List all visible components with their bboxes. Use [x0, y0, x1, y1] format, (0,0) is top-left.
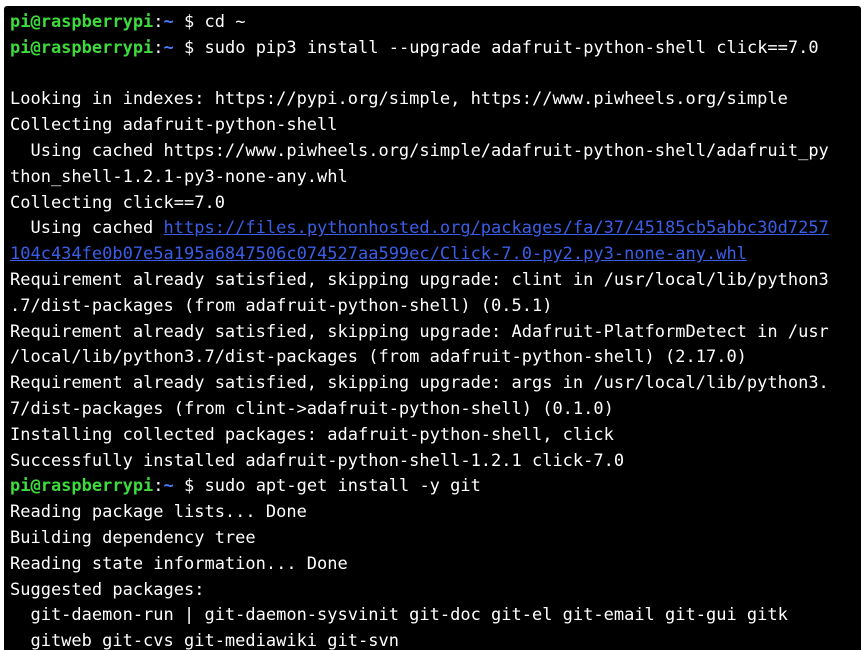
command-text: cd ~	[204, 12, 246, 32]
output-line: Successfully installed adafruit-python-s…	[10, 450, 625, 471]
output-line: /local/lib/python3.7/dist-packages (from…	[10, 347, 747, 368]
output-line: Requirement already satisfied, skipping …	[10, 321, 829, 342]
output-line: Using cached https://files.pythonhosted.…	[10, 216, 861, 242]
url-link[interactable]: 104c434fe0b07e5a195a6847506c074527aa599e…	[10, 244, 747, 264]
output-line: Requirement already satisfied, skipping …	[10, 373, 829, 394]
prompt-separator: :	[153, 476, 164, 497]
output-line: Installing collected packages: adafruit-…	[10, 424, 614, 445]
output-text: Using cached	[10, 218, 164, 239]
output-line: .7/dist-packages (from adafruit-python-s…	[10, 295, 553, 316]
output-line: git-daemon-run | git-daemon-sysvinit git…	[10, 605, 788, 626]
terminal-window[interactable]: pi@raspberrypi:~ $ cd ~ pi@raspberrypi:~ …	[4, 6, 861, 650]
output-line: thon_shell-1.2.1-py3-none-any.whl	[10, 166, 348, 187]
output-line: Requirement already satisfied, skipping …	[10, 269, 829, 290]
output-line: Collecting adafruit-python-shell	[10, 115, 338, 136]
output-line: Suggested packages:	[10, 579, 205, 600]
prompt-symbol: $	[173, 476, 205, 497]
command-text: sudo pip3 install --upgrade adafruit-pyt…	[204, 37, 819, 58]
prompt-path: ~	[163, 476, 174, 497]
output-line: gitweb git-cvs git-mediawiki git-svn	[10, 631, 399, 650]
prompt-line: pi@raspberrypi:~ $ sudo apt-get install …	[10, 474, 861, 500]
output-line: Building dependency tree	[10, 527, 256, 548]
prompt-path: ~	[163, 37, 174, 58]
url-link[interactable]: https://files.pythonhosted.org/packages/…	[164, 218, 829, 238]
terminal-output: pi@raspberrypi:~ $ cd ~ pi@raspberrypi:~ …	[10, 10, 861, 650]
prompt-separator: :	[153, 37, 164, 58]
output-line: Collecting click==7.0	[10, 192, 225, 213]
prompt-line: pi@raspberrypi:~ $ sudo pip3 install --u…	[10, 36, 861, 62]
prompt-path: ~	[163, 12, 174, 32]
output-line: 104c434fe0b07e5a195a6847506c074527aa599e…	[10, 242, 861, 268]
prompt-user-host: pi@raspberrypi	[10, 37, 154, 58]
output-line: 7/dist-packages (from clint->adafruit-py…	[10, 398, 614, 419]
output-line: Reading state information... Done	[10, 553, 348, 574]
output-line: Reading package lists... Done	[10, 502, 307, 523]
command-text: sudo apt-get install -y git	[204, 476, 481, 497]
output-line: Using cached https://www.piwheels.org/si…	[10, 140, 829, 161]
prompt-user-host: pi@raspberrypi	[10, 476, 154, 497]
prompt-line: pi@raspberrypi:~ $ cd ~	[10, 10, 861, 36]
prompt-separator: :	[153, 12, 164, 32]
prompt-user-host: pi@raspberrypi	[10, 12, 154, 32]
prompt-symbol: $	[173, 37, 205, 58]
output-line: Looking in indexes: https://pypi.org/sim…	[10, 89, 788, 110]
prompt-symbol: $	[173, 12, 205, 32]
